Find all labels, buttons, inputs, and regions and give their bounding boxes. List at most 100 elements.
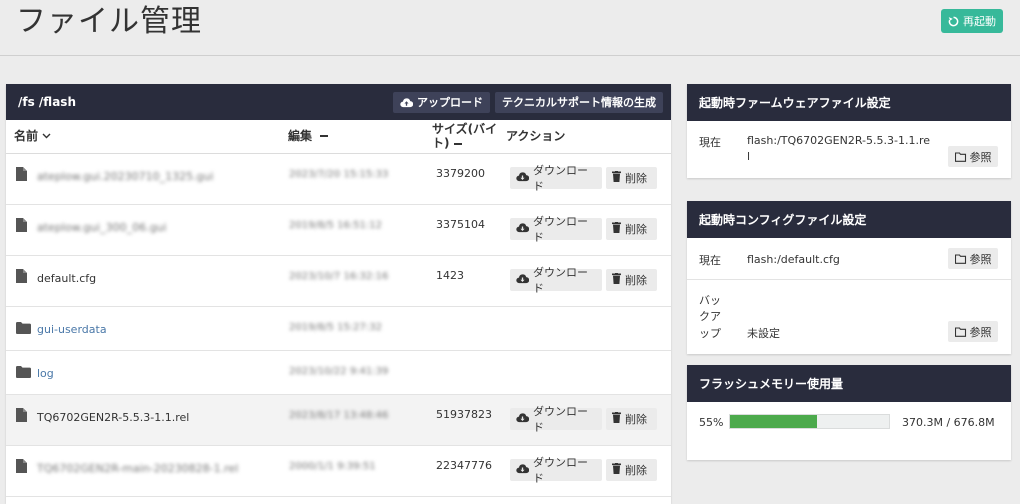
memory-percent: 55% bbox=[699, 416, 724, 429]
upload-button[interactable]: アップロード bbox=[393, 91, 490, 113]
folder-open-icon bbox=[954, 326, 966, 337]
file-table-header: 名前 編集 サイズ(バイト) アクション bbox=[6, 120, 671, 154]
sort-neutral-icon bbox=[320, 135, 329, 137]
firmware-current-label: 現在 bbox=[699, 136, 721, 149]
trash-icon bbox=[612, 171, 621, 185]
folder-icon bbox=[16, 366, 31, 378]
download-button[interactable]: ダウンロード bbox=[510, 456, 602, 485]
generate-techsupport-button[interactable]: テクニカルサポート情報の生成 bbox=[495, 91, 663, 113]
trash-icon bbox=[612, 273, 621, 287]
delete-button[interactable]: 削除 bbox=[606, 459, 657, 481]
current-path: /fs /flash bbox=[18, 95, 76, 109]
delete-label: 削除 bbox=[625, 464, 647, 477]
file-icon bbox=[16, 167, 27, 181]
file-date: 2023/10/7 16:32:16 bbox=[289, 271, 389, 282]
file-name: TQ6702GEN2R-main-20230828-1.rel bbox=[37, 462, 239, 475]
folder-open-icon bbox=[954, 253, 966, 264]
file-name: ateplow.gui.20230710_1325.gui bbox=[37, 170, 214, 183]
config-current-value: flash:/default.cfg bbox=[747, 253, 840, 266]
file-row: default.cfg 2023/10/7 16:32:16 1423 ダウンロード 削… bbox=[6, 256, 671, 307]
file-panel-header: /fs /flash アップロード テクニカルサポート情報の生成 bbox=[6, 84, 671, 120]
folder-icon bbox=[16, 322, 31, 334]
delete-button[interactable]: 削除 bbox=[606, 269, 657, 291]
folder-name-link[interactable]: log bbox=[37, 367, 54, 380]
file-row: log 2023/10/22 9:41:39 bbox=[6, 351, 671, 395]
folder-open-icon bbox=[954, 151, 966, 162]
file-row: ateplow.gui.20230710_1325.gui 2023/7/20 1… bbox=[6, 154, 671, 205]
download-button[interactable]: ダウンロード bbox=[510, 405, 602, 434]
download-label: ダウンロード bbox=[533, 164, 588, 193]
file-date: 2000/1/1 9:39:51 bbox=[289, 461, 376, 472]
download-button[interactable]: ダウンロード bbox=[510, 266, 602, 295]
file-size: 51937823 bbox=[436, 408, 492, 421]
delete-label: 削除 bbox=[625, 413, 647, 426]
page-header: ファイル管理 再起動 bbox=[0, 0, 1020, 56]
page-title: ファイル管理 bbox=[16, 4, 202, 39]
folder-name-link[interactable]: gui-userdata bbox=[37, 323, 107, 336]
cloud-download-icon bbox=[516, 273, 530, 287]
file-icon bbox=[16, 269, 27, 283]
cloud-download-icon bbox=[516, 171, 530, 185]
memory-usage-fill bbox=[730, 415, 818, 428]
cloud-download-icon bbox=[516, 463, 530, 477]
config-backup-browse-button[interactable]: 参照 bbox=[948, 321, 998, 342]
action-column-header: アクション bbox=[506, 129, 566, 143]
download-button[interactable]: ダウンロード bbox=[510, 215, 602, 244]
config-divider bbox=[687, 279, 1011, 280]
download-label: ダウンロード bbox=[533, 405, 588, 434]
download-label: ダウンロード bbox=[533, 456, 588, 485]
file-row: TQ6702GEN2R-main-20230828-1.rel 2000/1/1 … bbox=[6, 446, 671, 497]
memory-usage-text: 370.3M / 676.8M bbox=[902, 416, 995, 429]
boot-config-panel: 起動時コンフィグファイル設定 現在 flash:/default.cfg 参照 … bbox=[687, 201, 1011, 354]
file-icon bbox=[16, 218, 27, 232]
delete-button[interactable]: 削除 bbox=[606, 408, 657, 430]
flash-memory-panel: フラッシュメモリー使用量 55% 370.3M / 676.8M bbox=[687, 365, 1011, 460]
delete-label: 削除 bbox=[625, 172, 647, 185]
restart-icon bbox=[948, 16, 959, 26]
cloud-download-icon bbox=[516, 412, 530, 426]
config-backup-value: 未設定 bbox=[747, 327, 780, 340]
restart-label: 再起動 bbox=[963, 15, 996, 28]
chevron-down-icon bbox=[42, 133, 51, 139]
file-date: 2023/10/22 9:41:39 bbox=[289, 366, 389, 377]
file-size: 1423 bbox=[436, 269, 464, 282]
sort-by-name[interactable]: 名前 bbox=[14, 129, 51, 143]
boot-firmware-panel: 起動時ファームウェアファイル設定 現在 flash:/TQ6702GEN2R-5… bbox=[687, 84, 1011, 178]
cloud-upload-icon bbox=[400, 97, 413, 107]
file-row: gui-userdata 2019/8/5 15:27:32 bbox=[6, 307, 671, 351]
file-date: 2019/8/5 15:27:32 bbox=[289, 322, 383, 333]
download-label: ダウンロード bbox=[533, 215, 588, 244]
boot-firmware-title: 起動時ファームウェアファイル設定 bbox=[687, 84, 1011, 121]
firmware-current-value-line2: l bbox=[747, 150, 751, 163]
trash-icon bbox=[612, 463, 621, 477]
trash-icon bbox=[612, 412, 621, 426]
restart-button[interactable]: 再起動 bbox=[941, 9, 1003, 33]
firmware-browse-button[interactable]: 参照 bbox=[948, 146, 998, 167]
file-size: 3375104 bbox=[436, 218, 485, 231]
sort-by-size[interactable]: サイズ(バイト) bbox=[432, 122, 508, 150]
flash-memory-title: フラッシュメモリー使用量 bbox=[687, 365, 1011, 402]
config-current-label: 現在 bbox=[699, 254, 721, 267]
delete-label: 削除 bbox=[625, 223, 647, 236]
file-size: 22347776 bbox=[436, 459, 492, 472]
download-button[interactable]: ダウンロード bbox=[510, 164, 602, 193]
download-label: ダウンロード bbox=[533, 266, 588, 295]
file-icon bbox=[16, 408, 27, 422]
config-backup-label-2: クア bbox=[699, 310, 721, 323]
trash-icon bbox=[612, 222, 621, 236]
cloud-download-icon bbox=[516, 222, 530, 236]
delete-button[interactable]: 削除 bbox=[606, 218, 657, 240]
config-backup-label-3: ップ bbox=[699, 327, 721, 340]
file-name: ateplow.gui_300_06.gui bbox=[37, 221, 167, 234]
sort-neutral-icon bbox=[453, 142, 462, 145]
delete-label: 削除 bbox=[625, 274, 647, 287]
config-browse-button[interactable]: 参照 bbox=[948, 248, 998, 269]
file-name: TQ6702GEN2R-5.5.3-1.1.rel bbox=[37, 411, 190, 424]
file-list-panel: /fs /flash アップロード テクニカルサポート情報の生成 名前 編集 サ… bbox=[6, 84, 671, 504]
delete-button[interactable]: 削除 bbox=[606, 167, 657, 189]
sort-by-edit[interactable]: 編集 bbox=[288, 129, 329, 143]
file-icon bbox=[16, 459, 27, 473]
file-date: 2019/8/5 16:51:12 bbox=[289, 220, 383, 231]
config-backup-label-1: バッ bbox=[699, 294, 721, 307]
firmware-current-value-line1: flash:/TQ6702GEN2R-5.5.3-1.1.re bbox=[747, 134, 931, 147]
